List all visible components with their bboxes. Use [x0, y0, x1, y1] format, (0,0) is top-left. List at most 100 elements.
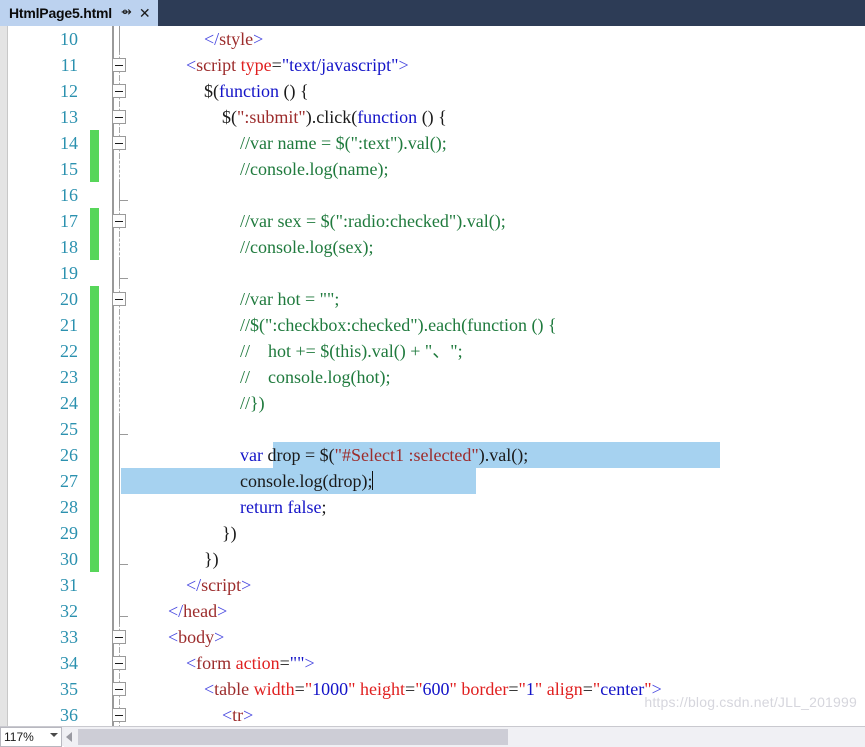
code-token-cmt: // console.log(hot);: [150, 367, 391, 387]
code-token-attr: border: [461, 679, 509, 699]
change-indicator-empty: [90, 52, 99, 78]
code-line[interactable]: 13 $(":submit").click(function () {: [0, 104, 865, 130]
code-line[interactable]: 12 $(function () {: [0, 78, 865, 104]
code-text: <form action="">: [150, 650, 315, 676]
code-line[interactable]: 31 </script>: [0, 572, 865, 598]
code-line[interactable]: 34 <form action="">: [0, 650, 865, 676]
outlining-guide: [119, 416, 120, 442]
line-number: 34: [60, 653, 78, 673]
chevron-down-icon[interactable]: [50, 733, 58, 737]
scroll-left-arrow-icon[interactable]: [66, 732, 72, 742]
line-number: 33: [60, 627, 78, 647]
code-token-cmt: //var hot = "";: [150, 289, 340, 309]
code-text: return false;: [150, 494, 326, 520]
change-indicator-empty: [90, 26, 99, 52]
code-token-tagb: >: [241, 575, 252, 595]
code-line[interactable]: 20 //var hot = "";: [0, 286, 865, 312]
collapse-region-button[interactable]: [112, 58, 126, 72]
pin-icon[interactable]: ⇴: [121, 0, 132, 26]
change-indicator-bar: [90, 338, 99, 364]
code-editor-surface[interactable]: 10 </style> 11 <script type="text/javascr…: [0, 26, 865, 726]
change-indicator-bar: [90, 416, 99, 442]
outlining-end-tick: [119, 564, 128, 565]
code-token-tagb: >: [217, 601, 228, 621]
code-line[interactable]: 32 </head>: [0, 598, 865, 624]
code-line[interactable]: 24 //}): [0, 390, 865, 416]
change-indicator-empty: [90, 702, 99, 726]
line-number: 22: [60, 341, 78, 361]
code-line[interactable]: 14 //var name = $(":text").val();: [0, 130, 865, 156]
code-token-kw: return: [240, 497, 283, 517]
code-line[interactable]: 18 //console.log(sex);: [0, 234, 865, 260]
code-text: // console.log(hot);: [150, 364, 390, 390]
code-line[interactable]: 29 }): [0, 520, 865, 546]
change-indicator-bar: [90, 364, 99, 390]
code-text: <table width="1000" height="600" border=…: [150, 676, 662, 702]
code-token-tagb: </: [186, 575, 202, 595]
line-number: 36: [60, 705, 78, 725]
code-token-val: "text/javascript": [281, 55, 399, 75]
collapse-region-button[interactable]: [112, 656, 126, 670]
collapse-region-button[interactable]: [112, 630, 126, 644]
line-number: 10: [60, 29, 78, 49]
collapse-region-button[interactable]: [112, 214, 126, 228]
line-number: 35: [60, 679, 78, 699]
code-line[interactable]: 27 console.log(drop);: [0, 468, 865, 494]
code-token-plain: =: [582, 679, 593, 699]
horizontal-scrollbar-thumb[interactable]: [78, 729, 508, 745]
code-line[interactable]: 23 // console.log(hot);: [0, 364, 865, 390]
code-token-plain: ;: [321, 497, 327, 517]
code-line[interactable]: 33 <body>: [0, 624, 865, 650]
code-line[interactable]: 26 var drop = $("#Select1 :selected").va…: [0, 442, 865, 468]
collapse-region-button[interactable]: [112, 110, 126, 124]
horizontal-scrollbar[interactable]: [64, 727, 865, 747]
collapse-region-button[interactable]: [112, 136, 126, 150]
code-line[interactable]: 10 </style>: [0, 26, 865, 52]
collapse-region-button[interactable]: [112, 84, 126, 98]
code-text: </script>: [150, 572, 251, 598]
code-line[interactable]: 16: [0, 182, 865, 208]
code-line[interactable]: 17 //var sex = $(":radio:checked").val()…: [0, 208, 865, 234]
code-token-attr: align: [546, 679, 583, 699]
zoom-level-dropdown[interactable]: 117%: [0, 727, 62, 747]
code-token-val: 1: [525, 679, 535, 699]
line-number: 29: [60, 523, 78, 543]
code-line[interactable]: 25: [0, 416, 865, 442]
code-line[interactable]: 11 <script type="text/javascript">: [0, 52, 865, 78]
change-indicator-bar: [90, 442, 99, 468]
code-text: <body>: [150, 624, 224, 650]
line-number: 30: [60, 549, 78, 569]
code-token-val: 600: [422, 679, 450, 699]
code-text: $(":submit").click(function () {: [150, 104, 447, 130]
close-icon[interactable]: ✕: [139, 0, 151, 26]
code-token-plain: =: [279, 653, 290, 673]
code-text: //$(":checkbox:checked").each(function (…: [150, 312, 557, 338]
document-tab-htmlpage5[interactable]: HtmlPage5.html ⇴ ✕: [0, 0, 158, 26]
code-line[interactable]: 22 // hot += $(this).val() + "、";: [0, 338, 865, 364]
outlining-guide: [119, 494, 120, 520]
code-token-tagb: <: [168, 627, 179, 647]
code-token-tagb: <: [186, 55, 197, 75]
outlining-guide: [119, 442, 120, 468]
code-text: //var sex = $(":radio:checked").val();: [150, 208, 506, 234]
code-token-cmt: //}): [150, 393, 265, 413]
code-line[interactable]: 28 return false;: [0, 494, 865, 520]
code-line[interactable]: 30 }): [0, 546, 865, 572]
code-line[interactable]: 21 //$(":checkbox:checked").each(functio…: [0, 312, 865, 338]
collapse-region-button[interactable]: [112, 292, 126, 306]
line-number: 25: [60, 419, 78, 439]
code-line[interactable]: 19: [0, 260, 865, 286]
code-line[interactable]: 15 //console.log(name);: [0, 156, 865, 182]
outlining-guide: [119, 338, 120, 364]
change-indicator-bar: [90, 130, 99, 156]
change-indicator-empty: [90, 182, 99, 208]
collapse-region-button[interactable]: [112, 708, 126, 722]
editor-bottom-bar: 117%: [0, 726, 865, 747]
change-indicator-empty: [90, 598, 99, 624]
text-caret: [372, 471, 374, 490]
change-indicator-bar: [90, 494, 99, 520]
code-token-kw: false: [287, 497, 322, 517]
collapse-region-button[interactable]: [112, 682, 126, 696]
